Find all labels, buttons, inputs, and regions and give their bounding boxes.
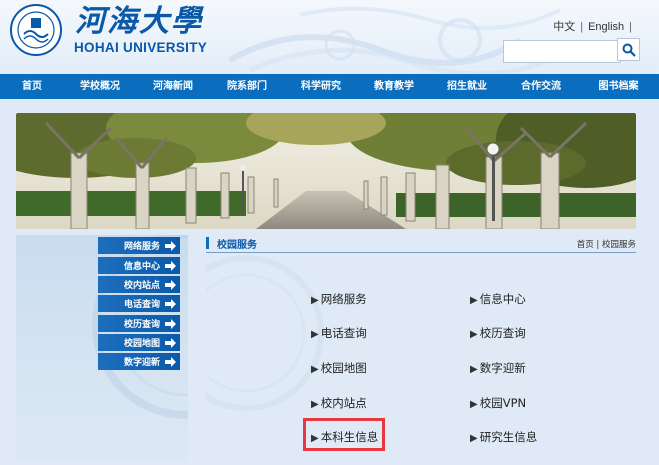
main-watermark xyxy=(168,255,324,411)
section-title-bar: 校园服务 首页 | 校园服务 xyxy=(206,236,636,253)
nav-item-news[interactable]: 河海新闻 xyxy=(136,74,210,99)
service-link-campus-sites[interactable]: ▶ 校内站点 xyxy=(311,395,367,411)
service-label: 研究生信息 xyxy=(479,430,538,444)
sidebar-item-label: 网络服务 xyxy=(123,242,160,252)
sidebar-item-campus-sites[interactable]: 校内站点 xyxy=(98,276,180,293)
tree-avenue-illustration xyxy=(16,113,636,229)
triangle-right-icon: ▶ xyxy=(470,399,478,410)
lang-separator: | xyxy=(580,21,584,33)
service-link-calendar[interactable]: ▶ 校历查询 xyxy=(470,325,526,341)
sidebar-item-label: 校园地图 xyxy=(123,339,160,349)
section-title: 校园服务 xyxy=(217,240,257,251)
service-label: 电话查询 xyxy=(320,326,367,340)
nav-item-home[interactable]: 首页 xyxy=(0,74,64,99)
triangle-right-icon: ▶ xyxy=(470,433,478,444)
language-switcher: 中文 | English | xyxy=(553,18,637,34)
service-link-phone[interactable]: ▶ 电话查询 xyxy=(311,325,367,341)
service-link-graduate[interactable]: ▶ 研究生信息 xyxy=(470,429,537,445)
university-seal-icon xyxy=(10,4,62,56)
sidebar-item-campus-map[interactable]: 校园地图 xyxy=(98,334,180,351)
sidebar-item-label: 校历查询 xyxy=(123,320,160,330)
title-marker xyxy=(206,237,209,249)
arrow-right-icon xyxy=(165,240,176,251)
service-link-info-center[interactable]: ▶ 信息中心 xyxy=(470,291,526,307)
triangle-right-icon: ▶ xyxy=(311,399,319,410)
nav-item-about[interactable]: 学校概况 xyxy=(64,74,136,99)
search-button[interactable] xyxy=(617,38,640,61)
service-link-map[interactable]: ▶ 校园地图 xyxy=(311,360,367,376)
arrow-right-icon xyxy=(165,298,176,309)
triangle-right-icon: ▶ xyxy=(470,295,478,306)
service-link-network[interactable]: ▶ 网络服务 xyxy=(311,291,367,307)
nav-item-departments[interactable]: 院系部门 xyxy=(210,74,284,99)
service-label: 数字迎新 xyxy=(479,361,526,375)
service-label: 网络服务 xyxy=(320,292,367,306)
main-nav: 首页 学校概况 河海新闻 院系部门 科学研究 教育教学 招生就业 合作交流 图书… xyxy=(0,74,659,99)
lang-separator-2: | xyxy=(629,21,632,33)
breadcrumb[interactable]: 首页 | 校园服务 xyxy=(577,238,636,250)
main-content xyxy=(168,253,636,461)
header: 河海大學 HOHAI UNIVERSITY 中文 | English | xyxy=(0,0,659,74)
sidebar-item-label: 数字迎新 xyxy=(123,358,160,368)
arrow-right-icon xyxy=(165,337,176,348)
service-label: 校园VPN xyxy=(479,396,527,410)
sidebar-item-calendar-lookup[interactable]: 校历查询 xyxy=(98,315,180,332)
logo-chinese-name: 河海大學 xyxy=(75,4,203,39)
lang-chinese-link[interactable]: 中文 xyxy=(553,21,575,33)
search-input[interactable] xyxy=(503,40,621,63)
sidebar-item-digital-welcome[interactable]: 数字迎新 xyxy=(98,353,180,370)
triangle-right-icon: ▶ xyxy=(470,329,478,340)
arrow-right-icon xyxy=(165,318,176,329)
triangle-right-icon: ▶ xyxy=(470,364,478,375)
sidebar-item-label: 电话查询 xyxy=(123,300,160,310)
triangle-right-icon: ▶ xyxy=(311,329,319,340)
nav-item-research[interactable]: 科学研究 xyxy=(284,74,358,99)
sidebar-item-phone-lookup[interactable]: 电话查询 xyxy=(98,295,180,312)
triangle-right-icon: ▶ xyxy=(311,364,319,375)
service-label: 信息中心 xyxy=(479,292,526,306)
highlight-box xyxy=(303,418,385,451)
service-label: 校园地图 xyxy=(320,361,367,375)
arrow-right-icon xyxy=(165,260,176,271)
service-label: 校内站点 xyxy=(320,396,367,410)
triangle-right-icon: ▶ xyxy=(311,295,319,306)
search-icon xyxy=(622,43,636,57)
service-label: 校历查询 xyxy=(479,326,526,340)
sidebar-item-label: 校内站点 xyxy=(123,281,160,291)
campus-banner-image xyxy=(16,113,636,229)
nav-item-education[interactable]: 教育教学 xyxy=(358,74,430,99)
sidebar-item-info-center[interactable]: 信息中心 xyxy=(98,257,180,274)
service-link-welcome[interactable]: ▶ 数字迎新 xyxy=(470,360,526,376)
lang-english-link[interactable]: English xyxy=(588,21,624,33)
arrow-right-icon xyxy=(165,356,176,367)
nav-item-cooperation[interactable]: 合作交流 xyxy=(504,74,578,99)
sidebar-item-label: 信息中心 xyxy=(123,262,160,272)
nav-item-admissions[interactable]: 招生就业 xyxy=(430,74,504,99)
arrow-right-icon xyxy=(165,279,176,290)
nav-item-library[interactable]: 图书档案 xyxy=(578,74,659,99)
service-link-vpn[interactable]: ▶ 校园VPN xyxy=(470,395,526,411)
sidebar-item-network-service[interactable]: 网络服务 xyxy=(98,237,180,254)
logo-english-name: HOHAI UNIVERSITY xyxy=(74,40,208,55)
